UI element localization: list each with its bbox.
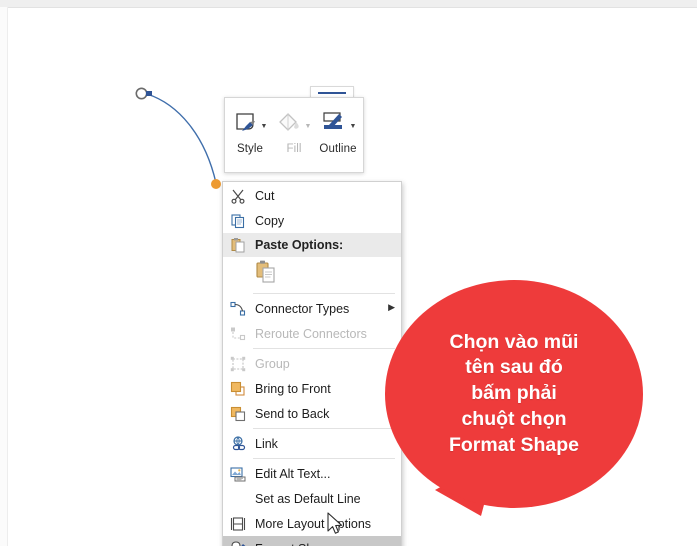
callout-body <box>385 280 643 508</box>
mini-toolbar-fill-button[interactable]: ▼ Fill <box>272 104 316 170</box>
menu-item-send-to-back-label: Send to Back <box>255 406 330 421</box>
menu-item-reroute-connectors: Reroute Connectors <box>223 321 401 346</box>
menu-item-bring-to-front[interactable]: Bring to Front <box>223 376 401 401</box>
shape-style-icon <box>235 113 255 131</box>
menu-separator <box>253 348 395 349</box>
chevron-down-icon[interactable]: ▼ <box>350 123 357 130</box>
menu-item-bring-to-front-label: Bring to Front <box>255 381 331 396</box>
menu-item-cut[interactable]: Cut <box>223 183 401 208</box>
menu-item-paste-options: Paste Options: <box>223 233 401 257</box>
more-layout-options-icon <box>227 514 249 534</box>
reroute-connectors-icon <box>227 324 249 344</box>
callout-bubble: Chọn vào mũi tên sau đó bấm phải chuột c… <box>385 280 643 530</box>
mini-toolbar-style-label: Style <box>236 143 264 155</box>
menu-separator <box>253 293 395 294</box>
callout-tail <box>435 456 497 516</box>
menu-item-format-shape[interactable]: Format Shape... <box>223 536 401 546</box>
mini-toolbar: ▼ Style ▼ Fill ▼ Outline <box>224 97 364 173</box>
menu-item-copy[interactable]: Copy <box>223 208 401 233</box>
bring-to-front-icon <box>227 379 249 399</box>
send-to-back-icon <box>227 404 249 424</box>
menu-item-reroute-connectors-label: Reroute Connectors <box>255 326 367 341</box>
menu-item-paste-options-label: Paste Options: <box>255 238 344 252</box>
mouse-pointer <box>327 512 343 534</box>
page-left-edge <box>0 7 8 546</box>
group-icon <box>227 354 249 374</box>
menu-item-connector-types-label: Connector Types <box>255 301 350 316</box>
menu-item-send-to-back[interactable]: Send to Back <box>223 401 401 426</box>
connector-start-anchor[interactable] <box>146 91 152 96</box>
callout-line-4: chuột chọn <box>461 407 567 430</box>
callout-line-3: bấm phải <box>471 382 557 405</box>
submenu-arrow-icon: ▶ <box>388 302 395 312</box>
menu-item-edit-alt-text[interactable]: Edit Alt Text... <box>223 461 401 486</box>
edit-alt-text-icon <box>227 464 249 484</box>
shape-outline-icon <box>322 112 342 129</box>
link-icon <box>227 434 249 454</box>
connector-start-handle[interactable] <box>135 87 148 100</box>
callout-text: Chọn vào mũi tên sau đó bấm phải chuột c… <box>385 280 643 508</box>
mini-toolbar-fill-label: Fill <box>286 143 302 155</box>
menu-item-group: Group <box>223 351 401 376</box>
format-shape-icon <box>227 539 249 546</box>
menu-item-more-layout-options[interactable]: More Layout Options <box>223 511 401 536</box>
connector-types-icon <box>227 299 249 319</box>
chevron-down-icon[interactable]: ▼ <box>305 123 312 130</box>
page-top-edge <box>0 0 697 8</box>
menu-item-set-as-default-line-label: Set as Default Line <box>255 491 361 506</box>
chevron-down-icon[interactable]: ▼ <box>261 123 268 130</box>
scissors-icon <box>227 186 249 206</box>
context-menu: Cut Copy Paste Options: Connector Types … <box>222 181 402 546</box>
clipboard-icon <box>227 235 249 255</box>
menu-item-edit-alt-text-label: Edit Alt Text... <box>255 466 331 481</box>
callout-line-1: Chọn vào mũi <box>449 330 579 353</box>
paste-options-row <box>223 257 401 291</box>
connector-end-handle[interactable] <box>211 179 221 189</box>
mini-toolbar-style-button[interactable]: ▼ Style <box>228 104 272 170</box>
menu-item-connector-types[interactable]: Connector Types ▶ <box>223 296 401 321</box>
paste-keep-source-icon[interactable] <box>255 259 277 290</box>
callout-line-5: Format Shape <box>448 433 580 456</box>
callout-bubble-shape <box>385 280 643 516</box>
copy-icon <box>227 211 249 231</box>
callout-line-2: tên sau đó <box>465 356 563 379</box>
no-icon-placeholder <box>227 489 249 509</box>
connector-line <box>146 93 217 184</box>
menu-item-link-label: Link <box>255 436 278 451</box>
menu-item-copy-label: Copy <box>255 213 285 228</box>
menu-item-cut-label: Cut <box>255 188 275 203</box>
menu-item-group-label: Group <box>255 356 290 371</box>
menu-separator <box>253 428 395 429</box>
menu-item-link[interactable]: Link <box>223 431 401 456</box>
menu-item-format-shape-label: Format Shape... <box>255 542 395 546</box>
menu-item-more-layout-options-label: More Layout Options <box>255 516 372 531</box>
menu-item-set-as-default-line[interactable]: Set as Default Line <box>223 486 401 511</box>
mini-toolbar-outline-label: Outline <box>319 143 357 155</box>
paint-bucket-icon <box>278 113 299 131</box>
line-preview-stroke-1 <box>318 92 346 94</box>
slide-canvas: ▼ Style ▼ Fill ▼ Outline Cut Copy Paste … <box>0 0 697 546</box>
menu-separator <box>253 458 395 459</box>
mini-toolbar-outline-button[interactable]: ▼ Outline <box>316 104 360 170</box>
